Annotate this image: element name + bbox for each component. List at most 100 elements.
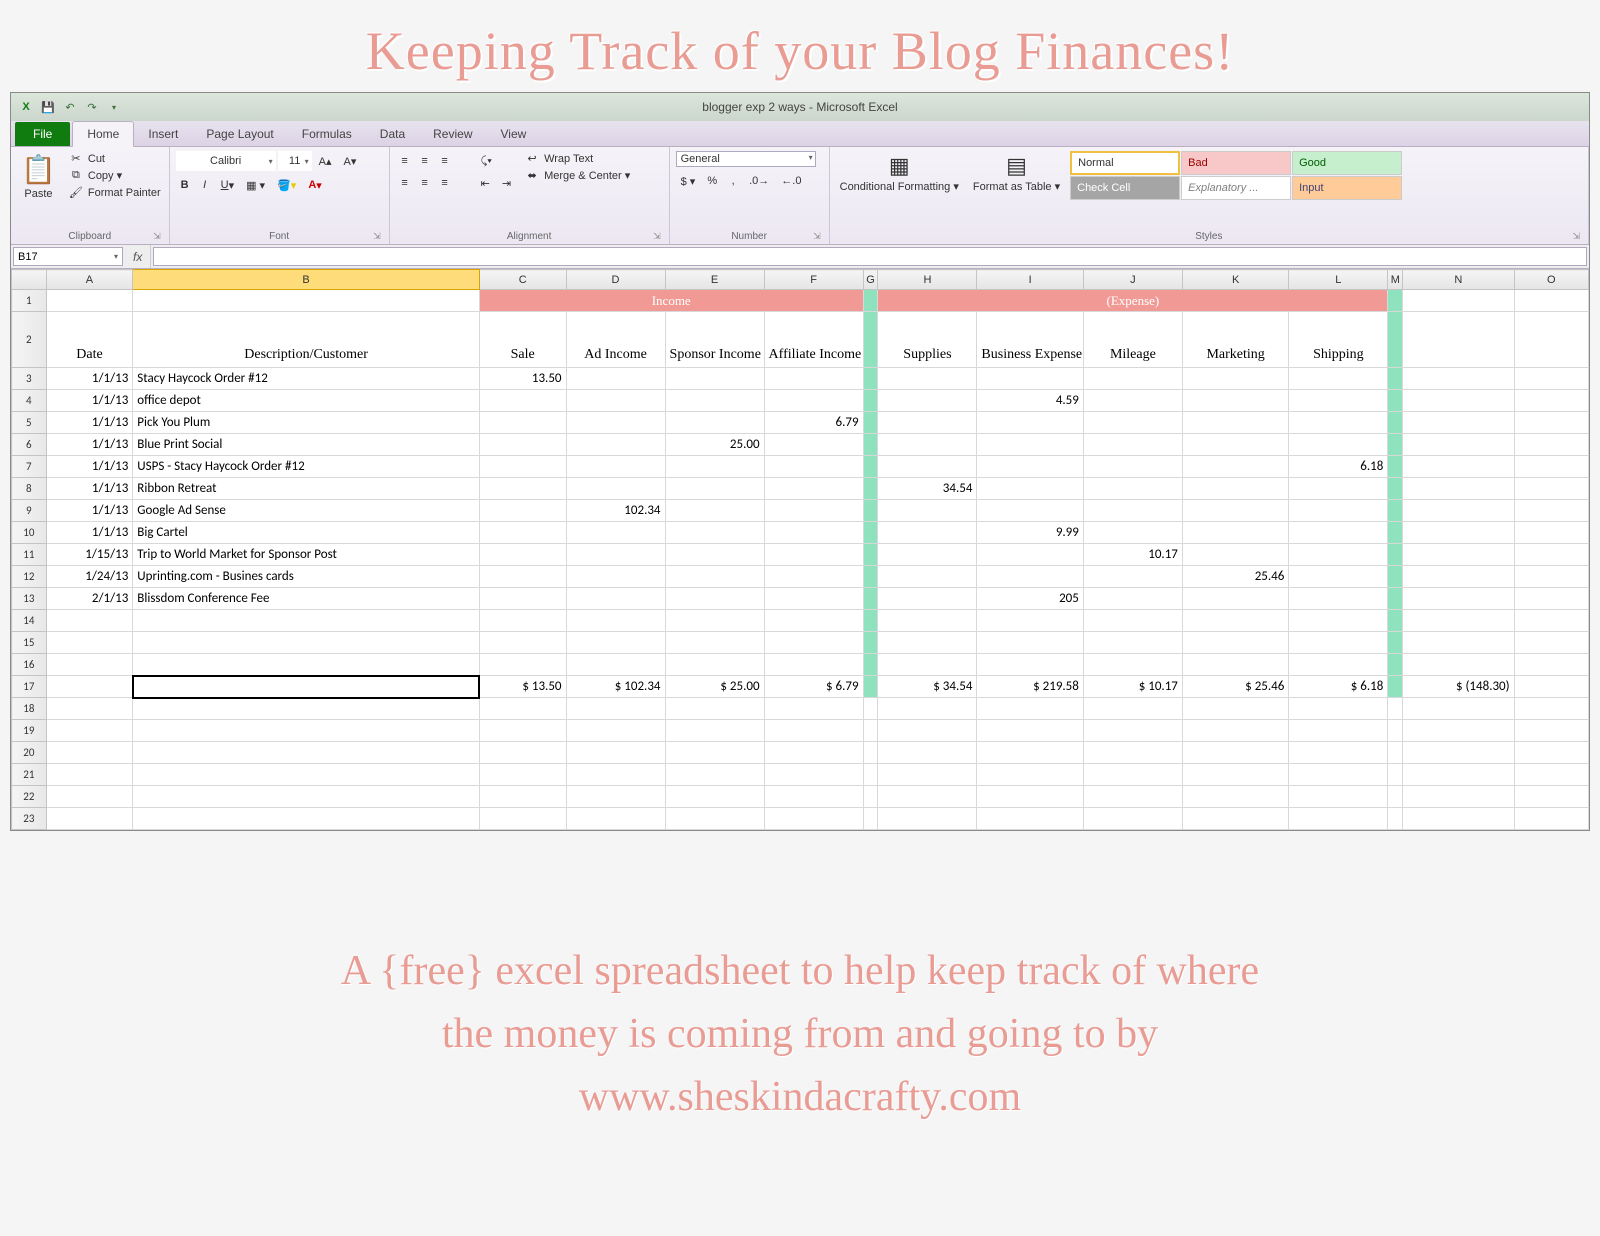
tab-home[interactable]: Home (72, 121, 134, 147)
style-input[interactable]: Input (1292, 176, 1402, 200)
table-row[interactable]: 101/1/13Big Cartel9.99 (12, 522, 1589, 544)
conditional-formatting-button[interactable]: ▦ Conditional Formatting ▾ (836, 151, 963, 195)
selected-cell-b17[interactable] (133, 676, 480, 698)
align-bottom-icon[interactable]: ≡ (436, 151, 454, 171)
decrease-decimal-button[interactable]: ←.0 (776, 171, 806, 191)
table-row[interactable]: 81/1/13Ribbon Retreat34.54 (12, 478, 1589, 500)
style-normal[interactable]: Normal (1070, 151, 1180, 175)
income-header: Income (479, 290, 863, 312)
table-row[interactable]: 23 (12, 808, 1589, 830)
save-icon[interactable]: 💾 (39, 98, 57, 116)
wrap-icon: ↩ (524, 152, 540, 165)
alignment-group-label: Alignment (396, 229, 663, 242)
tab-file[interactable]: File (15, 122, 70, 146)
tab-formulas[interactable]: Formulas (288, 122, 366, 146)
brush-icon: 🖌 (68, 186, 84, 199)
tab-view[interactable]: View (487, 122, 541, 146)
merge-center-button[interactable]: ⬌Merge & Center ▾ (522, 168, 632, 183)
decrease-font-icon[interactable]: A▾ (338, 151, 361, 171)
name-box[interactable]: B17 (13, 247, 123, 266)
table-icon: ▤ (1006, 153, 1027, 179)
table-row[interactable]: 15 (12, 632, 1589, 654)
percent-button[interactable]: % (702, 171, 722, 191)
increase-font-icon[interactable]: A▴ (314, 151, 337, 171)
tab-insert[interactable]: Insert (134, 122, 192, 146)
font-name-combo[interactable]: Calibri (176, 151, 276, 171)
tab-page-layout[interactable]: Page Layout (192, 122, 287, 146)
spreadsheet[interactable]: A B C D E F G H I J K L M N O 1 Income (11, 269, 1589, 830)
comma-button[interactable]: , (724, 171, 742, 191)
number-format-combo[interactable]: General (676, 151, 816, 167)
window-title: blogger exp 2 ways - Microsoft Excel (11, 100, 1589, 114)
bold-button[interactable]: B (176, 175, 194, 195)
style-good[interactable]: Good (1292, 151, 1402, 175)
table-row[interactable]: 20 (12, 742, 1589, 764)
align-left-icon[interactable]: ≡ (396, 173, 414, 193)
table-row[interactable]: 22 (12, 786, 1589, 808)
underline-button[interactable]: U ▾ (216, 175, 239, 195)
align-center-icon[interactable]: ≡ (416, 173, 434, 193)
table-row[interactable]: 61/1/13Blue Print Social25.00 (12, 434, 1589, 456)
paste-button[interactable]: 📋 Paste (17, 151, 60, 202)
copy-icon: ⧉ (68, 169, 84, 182)
tab-review[interactable]: Review (419, 122, 486, 146)
table-row[interactable]: 91/1/13Google Ad Sense102.34 (12, 500, 1589, 522)
table-row[interactable]: 14 (12, 610, 1589, 632)
formula-input[interactable] (153, 247, 1587, 266)
table-row[interactable]: 71/1/13USPS - Stacy Haycock Order #126.1… (12, 456, 1589, 478)
fx-icon[interactable]: fx (125, 245, 151, 268)
column-headers[interactable]: A B C D E F G H I J K L M N O (12, 270, 1589, 290)
align-right-icon[interactable]: ≡ (436, 173, 454, 193)
table-row[interactable]: 132/1/13Blissdom Conference Fee205 (12, 588, 1589, 610)
style-explanatory[interactable]: Explanatory ... (1181, 176, 1291, 200)
currency-button[interactable]: $ ▾ (676, 171, 701, 191)
overlay-title: Keeping Track of your Blog Finances! (0, 0, 1600, 92)
orientation-icon[interactable]: ⤹▾ (476, 151, 497, 171)
format-painter-button[interactable]: 🖌Format Painter (66, 185, 163, 200)
fill-color-button[interactable]: 🪣▾ (272, 175, 301, 195)
table-row[interactable]: 19 (12, 720, 1589, 742)
increase-indent-icon[interactable]: ⇥ (497, 173, 516, 193)
font-size-combo[interactable]: 11 (278, 151, 312, 171)
qat-more-icon[interactable]: ▾ (105, 98, 123, 116)
table-row[interactable]: 16 (12, 654, 1589, 676)
paste-label: Paste (24, 188, 52, 200)
overlay-subtitle: A {free} excel spreadsheet to help keep … (0, 940, 1600, 1129)
decrease-indent-icon[interactable]: ⇤ (476, 173, 495, 193)
table-row[interactable]: 51/1/13Pick You Plum6.79 (12, 412, 1589, 434)
titlebar: X 💾 ↶ ↷ ▾ blogger exp 2 ways - Microsoft… (11, 93, 1589, 121)
scissors-icon: ✂ (68, 152, 84, 165)
conditional-icon: ▦ (889, 153, 910, 179)
table-row[interactable]: 31/1/13Stacy Haycock Order #1213.50 (12, 368, 1589, 390)
style-bad[interactable]: Bad (1181, 151, 1291, 175)
italic-button[interactable]: I (196, 175, 214, 195)
section-header-row[interactable]: 1 Income (Expense) (12, 290, 1589, 312)
clipboard-group-label: Clipboard (17, 229, 163, 242)
redo-icon[interactable]: ↷ (83, 98, 101, 116)
cell-styles-gallery[interactable]: Normal Bad Good Check Cell Explanatory .… (1070, 151, 1402, 200)
undo-icon[interactable]: ↶ (61, 98, 79, 116)
border-button[interactable]: ▦ ▾ (241, 175, 270, 195)
table-row[interactable]: 111/15/13Trip to World Market for Sponso… (12, 544, 1589, 566)
table-row[interactable]: 18 (12, 698, 1589, 720)
align-top-icon[interactable]: ≡ (396, 151, 414, 171)
paste-icon: 📋 (21, 153, 56, 186)
totals-row[interactable]: 17 $ 13.50 $ 102.34 $ 25.00 $ 6.79 $ 34.… (12, 676, 1589, 698)
style-check-cell[interactable]: Check Cell (1070, 176, 1180, 200)
column-label-row[interactable]: 2 Date Description/Customer Sale Ad Inco… (12, 312, 1589, 368)
increase-decimal-button[interactable]: .0→ (744, 171, 774, 191)
font-color-button[interactable]: A▾ (303, 175, 326, 195)
table-row[interactable]: 21 (12, 764, 1589, 786)
tab-data[interactable]: Data (366, 122, 419, 146)
cut-button[interactable]: ✂Cut (66, 151, 163, 166)
table-row[interactable]: 121/24/13Uprinting.com - Busines cards25… (12, 566, 1589, 588)
align-middle-icon[interactable]: ≡ (416, 151, 434, 171)
wrap-text-button[interactable]: ↩Wrap Text (522, 151, 632, 166)
excel-icon: X (17, 98, 35, 116)
ribbon-home: 📋 Paste ✂Cut ⧉Copy ▾ 🖌Format Painter Cli… (11, 147, 1589, 245)
number-group-label: Number (676, 229, 823, 242)
copy-button[interactable]: ⧉Copy ▾ (66, 168, 163, 183)
format-as-table-button[interactable]: ▤ Format as Table ▾ (969, 151, 1064, 195)
select-all-corner[interactable] (12, 270, 47, 290)
table-row[interactable]: 41/1/13office depot4.59 (12, 390, 1589, 412)
